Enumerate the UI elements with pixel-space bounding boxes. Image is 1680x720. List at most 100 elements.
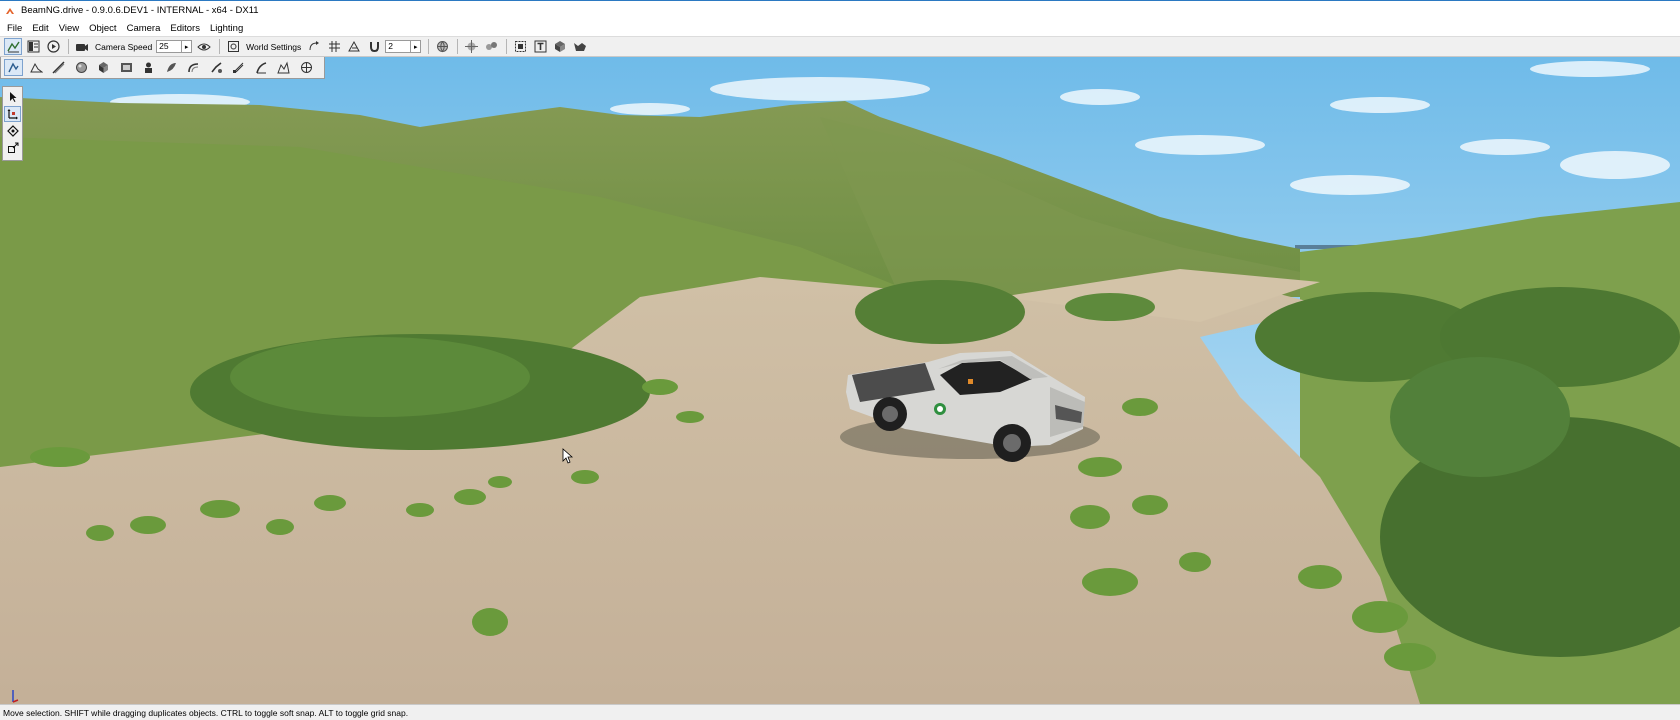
tool-scale[interactable] <box>4 140 21 156</box>
grid-button[interactable] <box>325 38 343 55</box>
settings-icon <box>227 41 239 52</box>
palette-material[interactable] <box>72 59 91 76</box>
inspector-icon <box>27 40 39 53</box>
objects-icon <box>555 41 566 52</box>
bounds-button[interactable] <box>511 38 529 55</box>
select-arrow-icon <box>9 92 16 102</box>
scale-gizmo-icon <box>7 142 18 153</box>
road-editor-icon <box>52 61 65 74</box>
camera-path-icon <box>120 63 132 72</box>
toolbar-separator <box>428 39 430 54</box>
navmesh-icon <box>277 61 290 74</box>
scene-viewport[interactable] <box>0 57 1680 704</box>
status-text: Move selection. SHIFT while dragging dup… <box>3 707 409 718</box>
snap-rotation-button[interactable] <box>305 38 323 55</box>
menu-lighting[interactable]: Lighting <box>205 23 248 34</box>
move-gizmo-icon <box>7 109 18 120</box>
tool-move[interactable] <box>4 106 21 122</box>
palette-spline[interactable] <box>297 59 316 76</box>
title-bar: BeamNG.drive - 0.9.0.6.DEV1 - INTERNAL -… <box>0 0 1680 20</box>
world-settings-label[interactable]: World Settings <box>246 42 301 52</box>
globe-button[interactable] <box>433 38 451 55</box>
snap-value-stepper[interactable]: ▸ <box>411 40 422 53</box>
grid-icon <box>328 41 340 52</box>
palette-navmesh[interactable] <box>274 59 293 76</box>
palette-road-editor[interactable] <box>49 59 68 76</box>
terrain-editor-icon <box>29 62 43 73</box>
visibility-button[interactable] <box>195 38 213 55</box>
terrain-snap-icon <box>347 40 360 52</box>
window-title: BeamNG.drive - 0.9.0.6.DEV1 - INTERNAL -… <box>21 5 259 16</box>
rotate-gizmo-icon <box>6 125 19 137</box>
terrain-snap-button[interactable] <box>345 38 363 55</box>
magnet-button[interactable] <box>365 38 383 55</box>
object-select-icon <box>464 40 478 53</box>
main-toolbar: Camera Speed 25 ▸ World Settings 2 ▸ <box>0 36 1680 57</box>
world-settings-icon-button[interactable] <box>224 38 242 55</box>
camera-button[interactable] <box>73 38 91 55</box>
decal-icon <box>166 63 176 72</box>
palette-camera-path[interactable] <box>117 59 136 76</box>
flock-button[interactable] <box>571 38 589 55</box>
palette-terrain-editor[interactable] <box>27 59 46 76</box>
meshes-icon <box>233 62 244 73</box>
text-button[interactable] <box>531 38 549 55</box>
snap-rotation-icon <box>309 41 319 51</box>
gizmo-tools <box>2 86 23 161</box>
status-bar: Move selection. SHIFT while dragging dup… <box>0 704 1680 720</box>
tool-select[interactable] <box>4 89 21 105</box>
terrain-scene[interactable] <box>0 57 1680 704</box>
camera-speed-stepper[interactable]: ▸ <box>182 40 193 53</box>
palette-meshes[interactable] <box>229 59 248 76</box>
toolbar-separator <box>68 39 69 54</box>
object-select-button[interactable] <box>462 38 480 55</box>
bounds-icon <box>514 41 526 52</box>
toolbar-separator <box>506 39 508 54</box>
group-icon <box>486 42 498 50</box>
menu-bar: File Edit View Object Camera Editors Lig… <box>0 20 1680 36</box>
palette-river[interactable] <box>184 59 203 76</box>
camera-speed-label: Camera Speed <box>95 41 153 52</box>
beamng-logo-icon <box>6 7 14 14</box>
editor-palette <box>0 57 325 79</box>
toolbar-separator <box>457 39 459 54</box>
menu-view[interactable]: View <box>54 23 84 34</box>
object-editor-icon <box>8 62 19 73</box>
magnet-icon <box>369 42 379 53</box>
chevron-right-icon: ▸ <box>184 43 189 51</box>
flock-icon <box>574 43 587 51</box>
inspector-button[interactable] <box>24 38 42 55</box>
toolbar-separator <box>219 39 221 54</box>
palette-forest[interactable] <box>94 59 113 76</box>
river-icon <box>188 63 199 73</box>
palette-decal[interactable] <box>162 59 181 76</box>
spline-icon <box>300 62 312 73</box>
material-icon <box>75 62 87 73</box>
forest-icon <box>99 62 108 73</box>
objects-button[interactable] <box>551 38 569 55</box>
decal-road-icon <box>255 62 266 74</box>
menu-camera[interactable]: Camera <box>122 23 166 34</box>
camera-icon <box>76 43 88 51</box>
palette-prefab[interactable] <box>139 59 158 76</box>
play-button[interactable] <box>44 38 62 55</box>
group-button[interactable] <box>482 38 500 55</box>
snap-value-input[interactable]: 2 <box>385 40 412 53</box>
menu-object[interactable]: Object <box>84 23 121 34</box>
chevron-right-icon: ▸ <box>414 43 418 51</box>
eye-icon <box>197 43 211 50</box>
prefab-icon <box>145 62 152 73</box>
globe-icon <box>436 41 448 53</box>
palette-decal-road[interactable] <box>252 59 271 76</box>
world-editor-icon <box>6 41 20 53</box>
palette-object-editor[interactable] <box>4 59 23 76</box>
mesh-road-icon <box>210 62 222 73</box>
text-icon <box>534 40 547 53</box>
camera-speed-input[interactable]: 25 <box>156 40 183 53</box>
menu-editors[interactable]: Editors <box>165 23 205 34</box>
menu-edit[interactable]: Edit <box>27 23 53 34</box>
palette-mesh-road[interactable] <box>207 59 226 76</box>
tool-rotate[interactable] <box>4 123 21 139</box>
world-editor-button[interactable] <box>4 38 22 55</box>
menu-file[interactable]: File <box>0 23 27 34</box>
